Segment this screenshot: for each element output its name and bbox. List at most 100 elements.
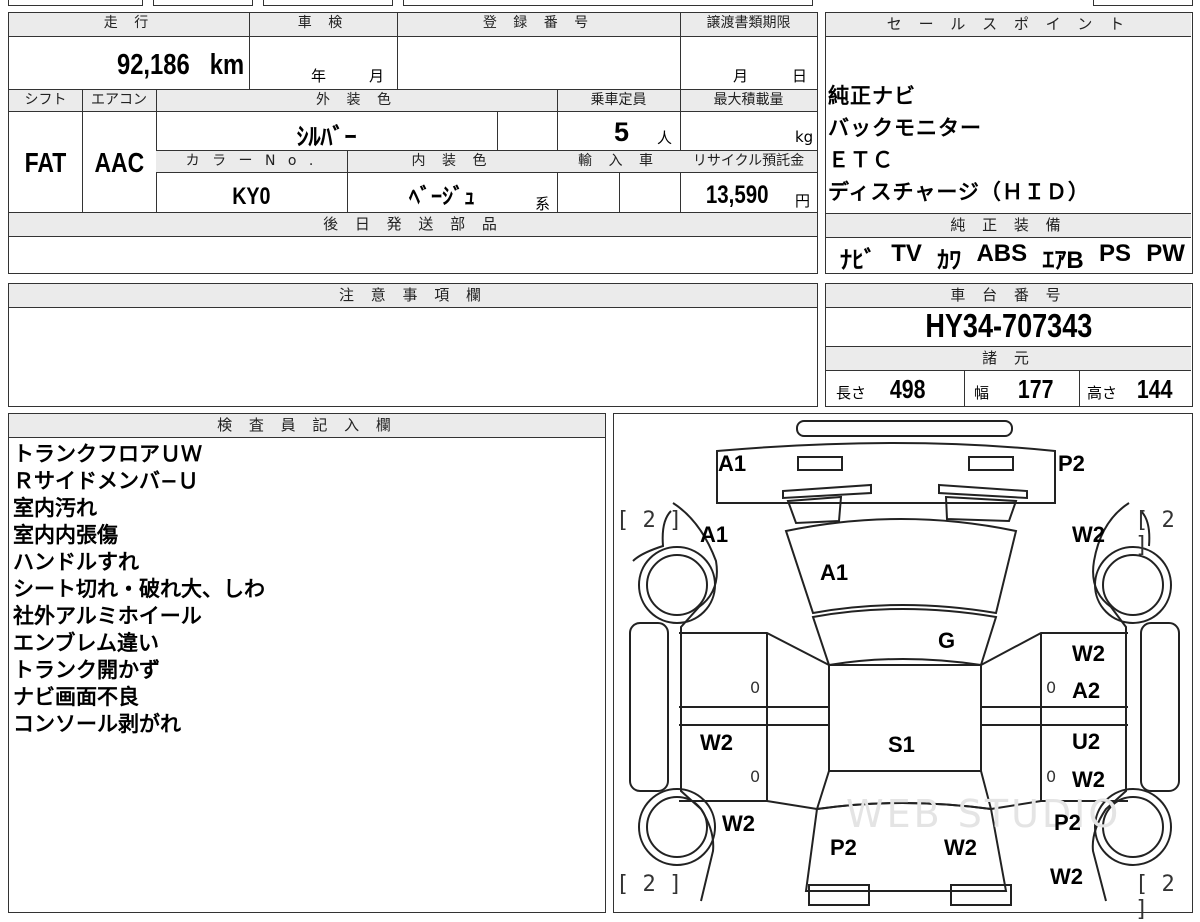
shaken-month: 月 (369, 67, 385, 85)
zero-mark: 0 (750, 678, 761, 697)
registration-label: 登 録 番 号 (397, 13, 680, 37)
damage-rear-quarter-right: P2 (1054, 810, 1081, 835)
height-label: 高さ (1087, 384, 1118, 402)
remark-item: 室内汚れ (13, 496, 97, 520)
remark-item: シート切れ・破れ大、しわ (13, 577, 265, 601)
dimensions-label: 諸 元 (826, 347, 1191, 371)
inspector-remarks-list: トランクフロアＵＷ Ｒサイドメンバ−Ｕ 室内汚れ 室内内張傷 ハンドルすれ シー… (13, 441, 593, 738)
width-label: 幅 (974, 384, 990, 402)
remark-item: トランクフロアＵＷ (13, 442, 202, 466)
vehicle-info-table: 走 行 車 検 登 録 番 号 譲渡書類期限 92,186 km 年 月 月 日… (8, 12, 818, 274)
chassis-label: 車 台 番 号 (826, 284, 1191, 308)
later-parts-label: 後 日 発 送 部 品 (9, 213, 817, 237)
height-value: 144 (1136, 374, 1173, 404)
length-label: 長さ (836, 384, 867, 402)
capacity-unit: 人 (657, 129, 673, 147)
sales-point-box: セ ー ル ス ポ イ ン ト 純 正 装 備 ﾅﾋﾞ TV ｶﾜ ABS ｴｱ… (825, 12, 1193, 274)
deadline-day: 日 (792, 67, 808, 85)
shift-value: FAT (24, 147, 67, 178)
damage-front-fender-left: A1 (700, 522, 729, 547)
exterior-value: ｼﾙﾊﾞｰ (296, 123, 357, 151)
remark-item: ナビ画面不良 (13, 685, 139, 709)
car-outline-diagram (629, 420, 1180, 906)
sales-point-item: ＥＴＣ (828, 148, 894, 172)
remark-item: トランク開かず (13, 658, 160, 682)
tire-rear-left: [ 2 ] (616, 872, 683, 897)
damage-rear-door-right: W2 (1072, 767, 1105, 792)
equipment-list: ﾅﾋﾞ TV ｶﾜ ABS ｴｱB PS PW (840, 240, 1185, 275)
sales-point-label: セ ー ル ス ポ イ ン ト (826, 13, 1191, 37)
interior-suffix: 系 (535, 195, 551, 213)
remark-item: 社外アルミホイール (13, 604, 202, 628)
zero-mark: 0 (1046, 767, 1057, 786)
damage-front-door-right: A2 (1072, 678, 1101, 703)
damage-front-bumper-right: P2 (1058, 451, 1085, 476)
damage-trunk-right: W2 (944, 835, 977, 860)
equipment-item: ﾅﾋﾞ (840, 247, 876, 274)
top-strip (8, 0, 1193, 8)
colorno-value: KY0 (232, 183, 271, 210)
zero-mark: 0 (1046, 678, 1057, 697)
damage-front-door-right-top: W2 (1072, 641, 1105, 666)
damage-rear-door-right-top: U2 (1072, 729, 1101, 754)
inspector-box: 検 査 員 記 入 欄 トランクフロアＵＷ Ｒサイドメンバ−Ｕ 室内汚れ 室内内… (8, 413, 606, 913)
recycle-unit: 円 (795, 192, 811, 210)
equipment-label: 純 正 装 備 (826, 214, 1191, 238)
tire-rear-right: [ 2 ] (1135, 872, 1175, 922)
deadline-label: 譲渡書類期限 (680, 13, 817, 37)
tire-front-left: [ 2 ] (616, 508, 683, 533)
mileage-value: 92,186 km (116, 49, 244, 81)
aircon-value: AAC (94, 147, 144, 178)
maxload-label: 最大積載量 (680, 90, 817, 112)
inspector-label: 検 査 員 記 入 欄 (9, 414, 605, 438)
remark-item: コンソール剥がれ (13, 712, 181, 736)
mileage-label: 走 行 (9, 13, 249, 37)
interior-label: 内 装 色 (347, 151, 557, 173)
capacity-value: 5 (614, 117, 630, 147)
maxload-unit: kg (795, 128, 814, 146)
aircon-label: エアコン (82, 90, 156, 112)
damage-rear-bumper-right: W2 (1050, 864, 1083, 889)
chassis-number: HY34-707343 (925, 307, 1092, 344)
equipment-item: ABS (976, 240, 1028, 267)
remark-item: ハンドルすれ (13, 550, 139, 574)
equipment-item: ｴｱB (1042, 247, 1084, 274)
sales-point-item: 純正ナビ (828, 84, 916, 108)
car-diagram-box: WEB STUDIO (613, 413, 1193, 913)
damage-rear-quarter-left: W2 (722, 811, 755, 836)
equipment-item: PW (1146, 240, 1185, 267)
damage-windshield: G (938, 628, 956, 653)
recycle-value: 13,590 (705, 181, 769, 209)
damage-front-fender-right: W2 (1072, 522, 1105, 547)
shaken-label: 車 検 (249, 13, 397, 37)
remark-item: 室内内張傷 (13, 523, 118, 547)
remark-item: Ｒサイドメンバ−Ｕ (13, 469, 199, 493)
shaken-year: 年 (311, 67, 327, 85)
damage-trunk-left: P2 (830, 835, 857, 860)
length-value: 498 (889, 374, 926, 404)
zero-mark: 0 (750, 767, 761, 786)
tire-front-right: [ 2 ] (1135, 508, 1175, 558)
damage-roof: S1 (888, 732, 915, 757)
remark-item: エンブレム違い (13, 631, 159, 655)
notes-box: 注 意 事 項 欄 (8, 283, 818, 407)
capacity-label: 乗車定員 (557, 90, 680, 112)
damage-front-bumper-left: A1 (718, 451, 747, 476)
mileage-unit: km (209, 49, 244, 81)
deadline-month: 月 (733, 67, 749, 85)
interior-value: ﾍﾞｰｼﾞｭ (408, 185, 475, 210)
equipment-item: TV (891, 240, 922, 267)
damage-rear-door-left: W2 (700, 730, 733, 755)
import-label: 輸 入 車 (557, 151, 680, 173)
sales-point-item: ディスチャージ（ＨＩＤ） (828, 180, 1090, 204)
notes-label: 注 意 事 項 欄 (9, 284, 817, 308)
width-value: 177 (1017, 374, 1054, 404)
recycle-label: リサイクル預託金 (680, 151, 817, 173)
sales-point-item: バックモニター (828, 116, 982, 140)
equipment-item: PS (1099, 240, 1132, 267)
shift-label: シフト (9, 90, 82, 112)
equipment-item: ｶﾜ (937, 247, 962, 274)
damage-hood: A1 (820, 560, 849, 585)
colorno-label: カ ラ ー N o . (156, 151, 347, 173)
chassis-box: 車 台 番 号 HY34-707343 諸 元 長さ 498 幅 177 高さ … (825, 283, 1193, 407)
